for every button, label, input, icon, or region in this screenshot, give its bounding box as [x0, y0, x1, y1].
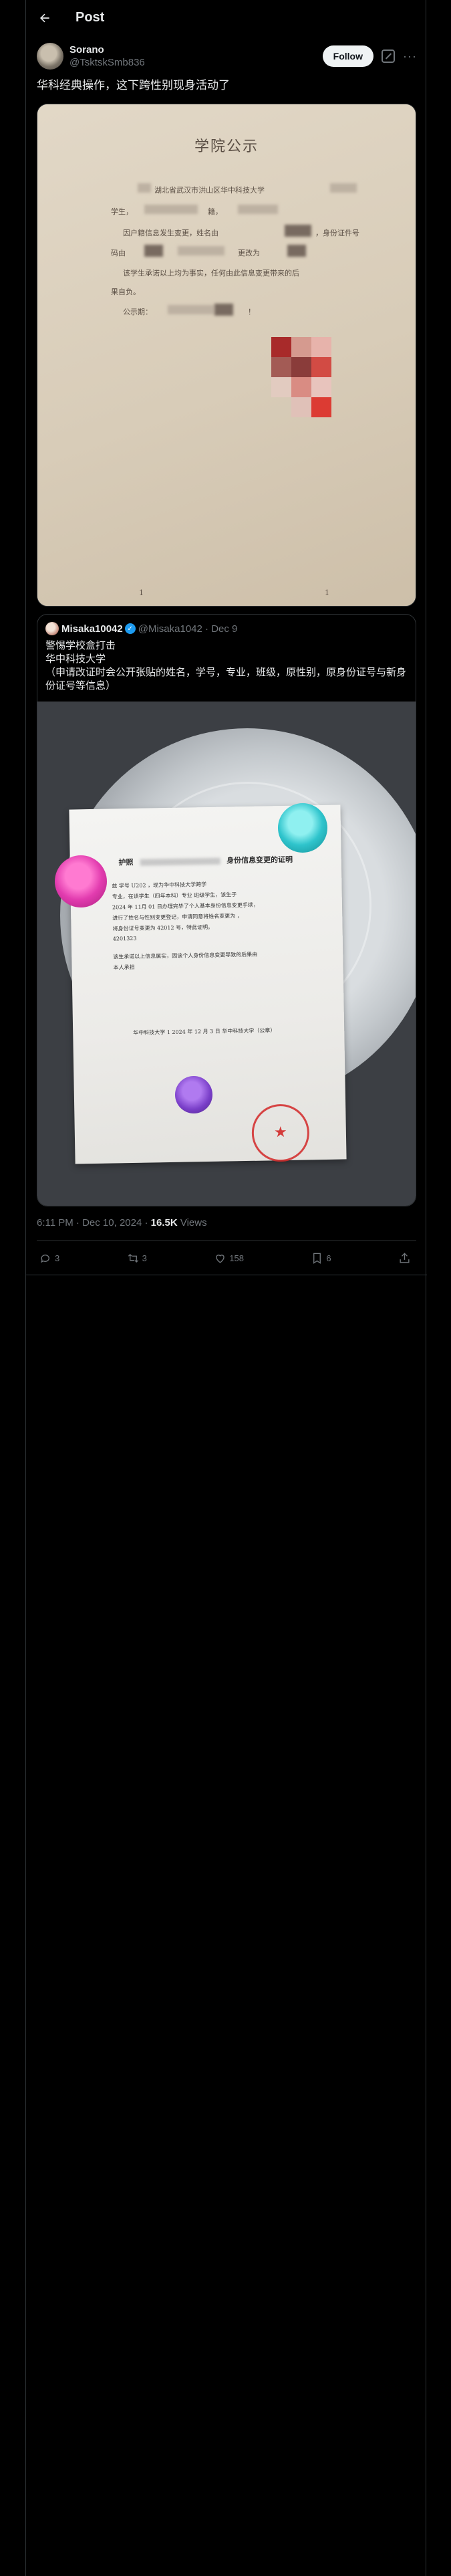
bookmark-icon [313, 1253, 321, 1264]
certificate-line: 该生承诺以上信息属实，因该个人身份信息变更导致的后果由 [113, 951, 258, 960]
quoted-text-line: （申请改证时会公开张贴的姓名，学号，专业，班级，原性别，原身份证号与新身份证号等… [45, 667, 407, 691]
like-icon [216, 1254, 224, 1263]
quoted-text-line: 警惕学校盒打击 [45, 640, 116, 651]
quoted-text: 警惕学校盒打击 华中科技大学 （申请改证时会公开张贴的姓名，学号，专业，班级，原… [45, 639, 409, 693]
notice-line: 因户籍信息发生变更，姓名由 [123, 229, 218, 237]
redaction [138, 183, 151, 193]
redaction [144, 245, 163, 257]
quoted-text-line: 华中科技大学 [45, 653, 106, 665]
bookmark-button[interactable]: 6 [311, 1252, 331, 1265]
repost-icon [128, 1253, 138, 1263]
notice-footer-mark: 1 [325, 588, 329, 597]
notice-line: ，身份证件号 [315, 229, 359, 237]
timeline-column: Post Sorano @TsktskSmb836 Follow ··· 华科经… [25, 0, 427, 2576]
avatar[interactable] [37, 43, 63, 70]
purple-magnet [175, 1076, 212, 1113]
post-author: Sorano @TsktskSmb836 Follow ··· [37, 40, 416, 72]
post-image-notice[interactable]: 学院公示 湖北省武汉市洪山区华中科技大学 学生， 籍， 因户籍信息发生变更，姓名… [37, 104, 416, 607]
more-icon[interactable]: ··· [403, 49, 416, 64]
quoted-display-name: Misaka10042 [61, 623, 123, 635]
quoted-handle: @Misaka1042 · Dec 9 [138, 623, 238, 635]
notice-line: 码由 [111, 249, 126, 257]
certificate-line: 专业，在读学生（四年本科）专业 班级学生，该生于 [112, 891, 237, 900]
quoted-avatar [45, 622, 59, 635]
post-meta: 6:11 PM · Dec 10, 2024 · 16.5K Views [37, 1217, 207, 1228]
quoted-post[interactable]: Misaka10042 ✓ @Misaka1042 · Dec 9 警惕学校盒打… [37, 614, 416, 1206]
grok-icon[interactable] [382, 49, 395, 63]
views-label: Views [177, 1217, 207, 1228]
certificate-line: 将身份证号变更为 42012 号，特此证明。 [112, 924, 214, 932]
notice-line: 籍， [208, 207, 222, 216]
repost-button[interactable]: 3 [127, 1252, 147, 1265]
notice-paper: 学院公示 湖北省武汉市洪山区华中科技大学 学生， 籍， 因户籍信息发生变更，姓名… [37, 104, 416, 606]
view-count: 16.5K [150, 1217, 178, 1228]
notice-title: 学院公示 [194, 138, 259, 155]
redaction [140, 857, 220, 866]
author-handle[interactable]: @TsktskSmb836 [69, 56, 145, 69]
certificate-paper: 护照 身份信息变更的证明 兹 学号 U202 ，现为华中科技大学跨学 专业，在读… [69, 804, 347, 1164]
redaction [238, 205, 278, 214]
notice-footer-mark: 1 [139, 588, 144, 597]
certificate-title: 护照 身份信息变更的证明 [70, 853, 341, 868]
certificate-line: 进行了姓名与性别变更登记，申请同意将姓名变更为 ， [112, 913, 243, 922]
pixelated-stamp [271, 337, 331, 417]
notice-line: 更改为 [238, 249, 260, 257]
page-title: Post [76, 10, 105, 25]
top-bar: Post [26, 0, 427, 35]
like-button[interactable]: 158 [214, 1252, 244, 1265]
certificate-line: 华中科技大学 1 2024 年 12 月 3 日 华中科技大学（公章） [133, 1027, 276, 1036]
share-icon [400, 1252, 410, 1263]
redaction [285, 225, 311, 237]
post-text: 华科经典操作，这下跨性别现身活动了 [37, 79, 230, 92]
verified-icon: ✓ [124, 623, 136, 634]
author-display-name[interactable]: Sorano [69, 43, 145, 56]
redaction [330, 183, 357, 193]
share-button[interactable] [398, 1252, 414, 1265]
notice-line: 学生， [111, 207, 133, 216]
notice-line: 果自负。 [111, 288, 140, 296]
redaction [214, 304, 233, 316]
notice-line: 公示期： [123, 308, 152, 316]
cyan-magnet [278, 803, 327, 853]
notice-line: ！ [248, 308, 255, 316]
certificate-title-text: 身份信息变更的证明 [227, 855, 293, 865]
follow-button[interactable]: Follow [322, 45, 373, 67]
certificate-line: 2024 年 11月 01 日办理完毕了个人基本身份信息变更手续， [112, 901, 259, 911]
certificate-line: 本人承担 [113, 964, 135, 971]
quoted-image[interactable]: 护照 身份信息变更的证明 兹 学号 U202 ，现为华中科技大学跨学 专业，在读… [37, 702, 416, 1206]
redaction [144, 205, 198, 214]
certificate-line: 4201323 [112, 935, 137, 942]
repost-count: 3 [142, 1253, 147, 1263]
reply-count: 3 [55, 1253, 60, 1263]
red-seal [251, 1103, 310, 1162]
like-count: 158 [229, 1253, 244, 1263]
redaction [287, 245, 306, 257]
reply-button[interactable]: 3 [39, 1252, 59, 1265]
notice-line: 该学生承诺以上均为事实，任何由此信息变更带来的后 [123, 269, 299, 278]
pink-magnet [55, 855, 107, 907]
bookmark-count: 6 [326, 1253, 331, 1263]
certificate-title-prefix: 护照 [118, 857, 134, 867]
redaction [168, 305, 214, 314]
action-bar: 3 3 158 6 [37, 1242, 416, 1274]
author-names: Sorano @TsktskSmb836 [69, 43, 145, 69]
certificate-line: 兹 学号 U202 ，现为华中科技大学跨学 [112, 881, 207, 889]
redaction [178, 246, 224, 255]
back-arrow-icon[interactable] [38, 11, 51, 25]
post-timestamp[interactable]: 6:11 PM · Dec 10, 2024 · [37, 1217, 151, 1228]
reply-icon [41, 1254, 49, 1263]
quoted-post-header: Misaka10042 ✓ @Misaka1042 · Dec 9 [45, 622, 237, 635]
notice-line: 湖北省武汉市洪山区华中科技大学 [154, 186, 265, 195]
